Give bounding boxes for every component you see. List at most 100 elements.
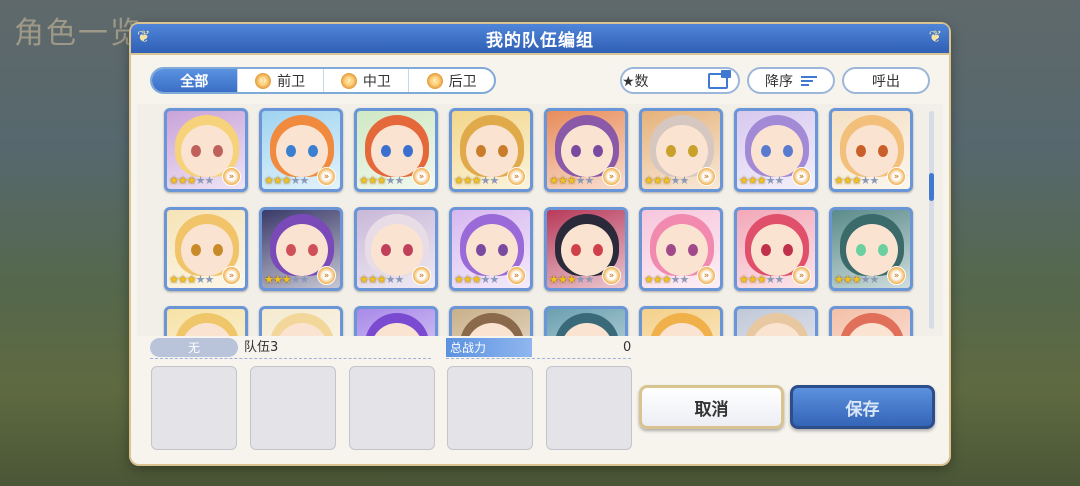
character-card[interactable]: ★★★★★» xyxy=(829,306,913,336)
character-card[interactable]: ★★★★★» xyxy=(734,306,818,336)
position-role-icon: » xyxy=(412,266,431,285)
character-eye xyxy=(593,244,603,256)
team-tag: 无 xyxy=(150,338,238,357)
character-card[interactable]: ★★★★★» xyxy=(259,306,343,336)
team-slot-1[interactable] xyxy=(151,366,237,450)
character-card[interactable]: ★★★★★» xyxy=(354,108,438,192)
character-card[interactable]: ★★★★★» xyxy=(639,207,723,291)
position-role-icon: » xyxy=(222,167,241,186)
character-eye xyxy=(381,244,391,256)
grid-scrollbar[interactable] xyxy=(929,111,934,329)
character-eye xyxy=(571,145,581,157)
character-card[interactable]: ★★★★★ » xyxy=(259,108,343,192)
character-card[interactable]: ★★★★★ » xyxy=(164,207,248,291)
filter-tab-label: 中卫 xyxy=(362,73,391,90)
divider xyxy=(446,358,631,359)
character-eye xyxy=(308,244,318,256)
window-icon xyxy=(708,69,731,89)
character-card[interactable]: ★★★★★» xyxy=(639,306,723,336)
cancel-button[interactable]: 取消 xyxy=(639,385,784,429)
dialog-titlebar: ❦ 我的队伍编组 ❦ xyxy=(131,24,949,55)
dialog-title: 我的队伍编组 xyxy=(486,31,594,51)
character-card[interactable]: ★★★★★ » xyxy=(734,207,818,291)
character-eye xyxy=(403,145,413,157)
team-slot-4[interactable] xyxy=(447,366,533,450)
character-card[interactable]: ★★★★★» xyxy=(544,108,628,192)
character-eye xyxy=(688,145,698,157)
sort-order-button[interactable]: 降序 xyxy=(747,67,835,94)
filter-tab-all[interactable]: 全部 xyxy=(152,69,238,92)
sort-order-label: 降序 xyxy=(765,73,793,90)
character-card[interactable]: ★★★★★ » xyxy=(449,108,533,192)
position-role-icon: » xyxy=(792,266,811,285)
filter-tab-label: 前卫 xyxy=(277,73,306,90)
star-rating: ★★★★★ xyxy=(454,174,499,187)
sort-field-button[interactable]: ★数 xyxy=(620,67,740,94)
team-slot-2[interactable] xyxy=(250,366,336,450)
character-eye xyxy=(571,244,581,256)
character-card[interactable]: ★★★★★» xyxy=(544,207,628,291)
position-role-icon: » xyxy=(222,266,241,285)
character-eye xyxy=(878,244,888,256)
character-eye xyxy=(308,145,318,157)
summon-button[interactable]: 呼出 xyxy=(842,67,930,94)
position-role-icon: » xyxy=(507,167,526,186)
character-eye xyxy=(761,244,771,256)
total-power-label: 总战力 xyxy=(446,338,532,357)
character-card[interactable]: ★★★★★ » xyxy=(164,108,248,192)
star-rating: ★★★★★ xyxy=(359,273,404,286)
character-card[interactable]: ★★★★★» xyxy=(449,306,533,336)
star-rating: ★★★★★ xyxy=(739,174,784,187)
position-role-icon: » xyxy=(887,167,906,186)
star-rating: ★★★★★ xyxy=(644,174,689,187)
character-card[interactable]: ★★★★★» xyxy=(259,207,343,291)
character-card[interactable]: ★★★★★» xyxy=(164,306,248,336)
front-position-icon: ›› xyxy=(255,72,272,89)
filter-tab-label: 全部 xyxy=(180,73,209,90)
corner-ornament-icon: ❦ xyxy=(928,27,943,46)
filter-tab-back[interactable]: ‹ 后卫 xyxy=(409,69,494,92)
team-slot-5[interactable] xyxy=(546,366,632,450)
star-rating: ★★★★★ xyxy=(264,174,309,187)
character-eye xyxy=(213,244,223,256)
summon-label: 呼出 xyxy=(872,73,900,90)
filter-tab-label: 后卫 xyxy=(448,73,477,90)
character-card[interactable]: ★★★★★» xyxy=(449,207,533,291)
character-eye xyxy=(498,145,508,157)
back-position-icon: ‹ xyxy=(426,72,443,89)
position-role-icon: » xyxy=(317,167,336,186)
position-role-icon: » xyxy=(602,167,621,186)
team-name: 队伍3 xyxy=(244,340,279,355)
total-power-value: 0 xyxy=(623,340,632,355)
character-eye xyxy=(593,145,603,157)
character-eye xyxy=(403,244,413,256)
star-rating: ★★★★★ xyxy=(834,273,879,286)
character-card[interactable]: ★★★★★ » xyxy=(829,207,913,291)
position-role-icon: » xyxy=(887,266,906,285)
team-slot-3[interactable] xyxy=(349,366,435,450)
character-card[interactable]: ★★★★★ » xyxy=(354,207,438,291)
filter-tab-front[interactable]: ›› 前卫 xyxy=(238,69,324,92)
star-rating: ★★★★★ xyxy=(169,273,214,286)
character-card[interactable]: ★★★★★» xyxy=(354,306,438,336)
character-eye xyxy=(191,244,201,256)
filter-tab-middle[interactable]: › 中卫 xyxy=(324,69,410,92)
middle-position-icon: › xyxy=(340,72,357,89)
character-card[interactable]: ★★★★★» xyxy=(544,306,628,336)
character-eye xyxy=(878,145,888,157)
star-rating: ★★★★★ xyxy=(739,273,784,286)
star-rating: ★★★★★ xyxy=(454,273,499,286)
position-role-icon: » xyxy=(697,266,716,285)
scroll-thumb[interactable] xyxy=(929,173,934,201)
background-page-title: 角色一览 xyxy=(14,16,142,51)
character-card[interactable]: ★★★★★» xyxy=(639,108,723,192)
character-card[interactable]: ★★★★★» xyxy=(829,108,913,192)
character-card[interactable]: ★★★★★» xyxy=(734,108,818,192)
save-button[interactable]: 保存 xyxy=(790,385,935,429)
character-eye xyxy=(688,244,698,256)
character-eye xyxy=(856,145,866,157)
position-filter: 全部 ›› 前卫 › 中卫 ‹ 后卫 xyxy=(150,67,496,94)
star-rating: ★★★★★ xyxy=(169,174,214,187)
character-eye xyxy=(191,145,201,157)
position-role-icon: » xyxy=(317,266,336,285)
